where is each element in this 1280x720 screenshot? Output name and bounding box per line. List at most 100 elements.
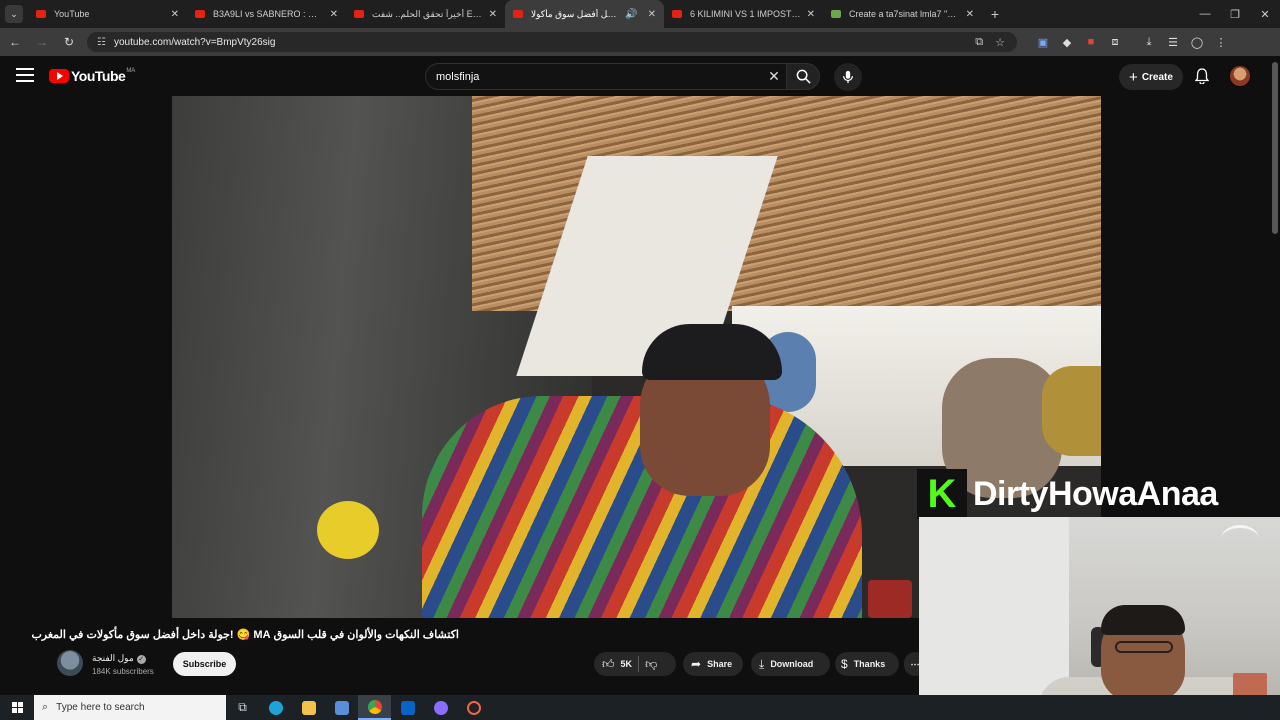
extensions-area: ▣ ◆ ■ ⧈ ⤓ ☰ ◯ ⋮ (1031, 36, 1233, 49)
outlook-icon[interactable] (391, 695, 424, 720)
close-icon[interactable]: ✕ (648, 9, 656, 20)
reading-list-icon[interactable]: ☰ (1161, 36, 1185, 49)
tab-search-button[interactable]: ⌄ (0, 0, 28, 28)
kick-logo-icon: K (917, 469, 967, 519)
browser-tab[interactable]: أخيراً تحقق الحلم.. شفت Eilish ✕ (346, 0, 505, 28)
youtube-icon (195, 10, 205, 18)
youtube-icon (513, 10, 523, 18)
search-icon (796, 69, 811, 84)
taskbar-search-placeholder: Type here to search (56, 702, 145, 713)
share-button[interactable]: ➦ Share (683, 652, 743, 676)
start-button[interactable] (0, 695, 34, 720)
browser-tab[interactable]: Create a ta7sinat lmla7 "haircu ✕ (823, 0, 982, 28)
extension-icon[interactable]: ◆ (1055, 36, 1079, 49)
restore-icon[interactable]: ❐ (1220, 8, 1250, 21)
video-scene-black-cap (642, 324, 782, 380)
windows-logo-icon (11, 702, 23, 713)
tab-title: B3A9LI vs SABNERO : جرح للأحداث (213, 8, 324, 19)
store-icon[interactable] (325, 695, 358, 720)
channel-avatar[interactable] (57, 650, 83, 676)
webcam-scene-hair (1101, 605, 1185, 635)
browser-tab[interactable]: YouTube ✕ (28, 0, 187, 28)
webcam-scene-glasses (1115, 641, 1173, 653)
task-view-icon[interactable]: ⧉ (226, 695, 259, 720)
puzzle-icon[interactable]: ⧈ (1103, 36, 1127, 49)
taskbar-search-input[interactable]: ⌕ Type here to search (34, 695, 226, 720)
like-count[interactable]: 5K (621, 659, 633, 669)
page-scrollbar[interactable] (1272, 62, 1278, 234)
kebab-menu-icon[interactable]: ⋮ (1209, 36, 1233, 49)
reload-icon[interactable]: ↻ (57, 35, 81, 49)
youtube-play-icon (49, 69, 69, 83)
open-in-app-icon[interactable]: ⧉ (975, 36, 983, 49)
browser-tab[interactable]: B3A9LI vs SABNERO : جرح للأحداث ✕ (187, 0, 346, 28)
country-code: MA (126, 68, 136, 74)
video-scene-lemon (317, 501, 379, 559)
video-scene-bystander (1042, 366, 1101, 456)
url-field[interactable]: ☷ youtube.com/watch?v=BmpVty26sig ⧉ ☆ (87, 32, 1017, 52)
browser-tab-strip: ⌄ YouTube ✕ B3A9LI vs SABNERO : جرح للأحد… (0, 0, 1280, 28)
channel-name: مول الفنجة (92, 653, 134, 663)
edge-browser-icon[interactable] (259, 695, 292, 720)
window-controls: — ❐ ✕ (1190, 8, 1280, 21)
video-details: اكتشاف النكهات والألوان في قلب السوق MA … (0, 618, 926, 695)
thanks-button[interactable]: $ Thanks (835, 652, 899, 676)
site-info-icon[interactable]: ☷ (97, 37, 106, 48)
voice-search-button[interactable] (834, 63, 862, 91)
browser-tab-active[interactable]: جولة داخل أفضل سوق مأكولا 🔊 ✕ (505, 0, 664, 28)
channel-name-row[interactable]: مول الفنجة ✓ (92, 653, 146, 664)
webcam-scene-picture (1233, 673, 1267, 695)
forward-icon[interactable]: → (30, 35, 54, 49)
subscriber-count: 184K subscribers (92, 667, 154, 676)
close-window-icon[interactable]: ✕ (1250, 8, 1280, 21)
tab-title: جولة داخل أفضل سوق مأكولا (531, 8, 620, 19)
microphone-icon (843, 70, 853, 84)
youtube-icon (354, 10, 364, 18)
plus-icon: + (1129, 68, 1138, 86)
speaker-icon[interactable]: 🔊 (625, 9, 637, 20)
discord-icon[interactable] (424, 695, 457, 720)
close-icon[interactable]: ✕ (807, 9, 815, 20)
thanks-label: Thanks (853, 659, 886, 669)
close-icon[interactable]: ✕ (489, 9, 497, 20)
search-query: molsfinja (436, 70, 480, 83)
like-thumbs-up-icon[interactable]: 👍︎ (602, 657, 615, 672)
back-icon[interactable]: ← (3, 35, 27, 49)
recorder-extension-icon[interactable]: ■ (1079, 36, 1103, 48)
bookmark-star-icon[interactable]: ☆ (995, 36, 1005, 49)
notifications-bell-icon[interactable] (1193, 67, 1211, 85)
youtube-icon (672, 10, 682, 18)
youtube-logo[interactable]: YouTube MA (49, 68, 135, 84)
video-title: اكتشاف النكهات والألوان في قلب السوق MA … (31, 629, 459, 641)
webcam-scene-lamp (1221, 525, 1259, 553)
dislike-thumbs-down-icon[interactable]: 👎︎ (645, 657, 657, 672)
url-text: youtube.com/watch?v=BmpVty26sig (113, 36, 276, 48)
tab-title: YouTube (54, 9, 90, 19)
search-button[interactable] (786, 63, 820, 90)
share-arrow-icon: ➦ (691, 657, 702, 671)
chrome-icon[interactable] (358, 695, 391, 720)
clear-search-icon[interactable]: ✕ (761, 68, 787, 85)
create-button[interactable]: + Create (1119, 64, 1183, 90)
new-tab-button[interactable]: + (982, 6, 1008, 22)
create-label: Create (1141, 71, 1173, 83)
download-button[interactable]: ⤓ Download (751, 652, 830, 676)
file-explorer-icon[interactable] (292, 695, 325, 720)
close-icon[interactable]: ✕ (966, 9, 974, 20)
obs-recorder-icon[interactable] (457, 695, 490, 720)
doc-icon (831, 10, 841, 18)
close-icon[interactable]: ✕ (171, 9, 179, 20)
minimize-icon[interactable]: — (1190, 8, 1220, 21)
translate-extension-icon[interactable]: ▣ (1031, 36, 1055, 49)
close-icon[interactable]: ✕ (330, 9, 338, 20)
search-icon: ⌕ (42, 701, 49, 713)
youtube-header: YouTube MA molsfinja ✕ + Create (0, 56, 1280, 96)
browser-tab[interactable]: 6 KILIMINI VS 1 IMPOSTEUR - Y ✕ (664, 0, 823, 28)
account-avatar[interactable] (1230, 66, 1250, 86)
subscribe-button[interactable]: Subscribe (173, 652, 236, 676)
hamburger-menu-icon[interactable] (16, 68, 34, 82)
profile-icon[interactable]: ◯ (1185, 36, 1209, 49)
download-icon[interactable]: ⤓ (1137, 36, 1161, 49)
search-input[interactable]: molsfinja ✕ (425, 63, 787, 90)
download-arrow-icon: ⤓ (759, 656, 765, 671)
